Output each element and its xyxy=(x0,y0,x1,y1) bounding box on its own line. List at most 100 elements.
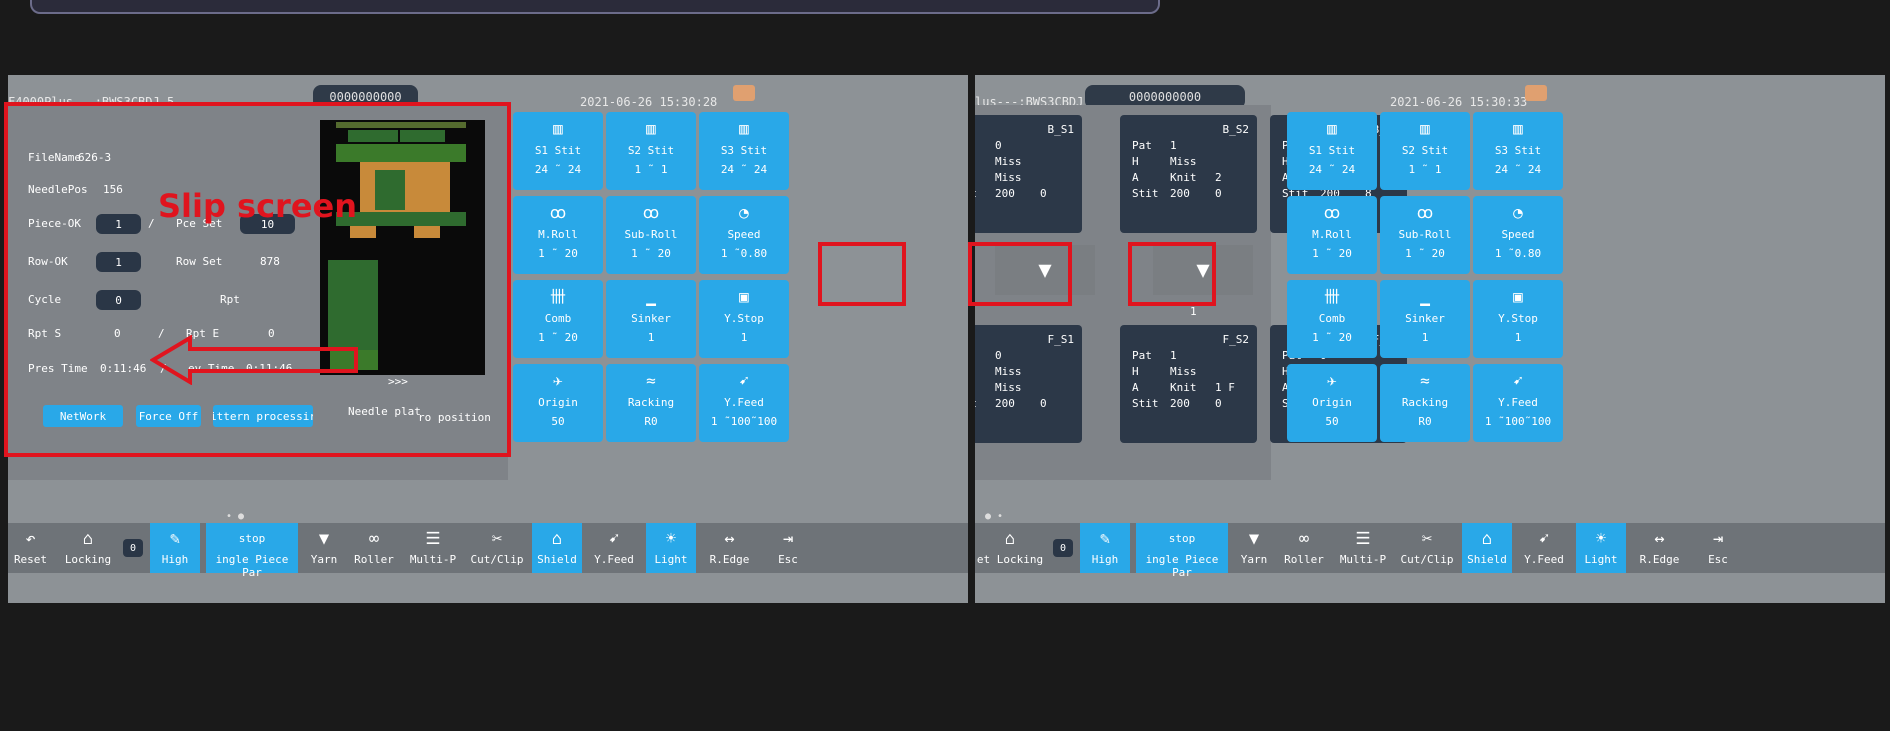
toolbar-roller[interactable]: ∞ Roller xyxy=(350,523,398,573)
tile-racking[interactable]: ≈ Racking R0 xyxy=(606,364,696,442)
toolbar-cut-clip[interactable]: ✂ Cut/Clip xyxy=(1398,523,1456,573)
tile-y-feed[interactable]: ➹ Y.Feed 1 ˜100˜100 xyxy=(699,364,789,442)
toolbar-r-edge[interactable]: ↔ R.Edge xyxy=(702,523,757,573)
tile-sub-roll[interactable]: ꝏ Sub-Roll 1 ˜ 20 xyxy=(606,196,696,274)
lock-counter-badge: 0 xyxy=(1053,539,1073,557)
tile-icon: ꝏ xyxy=(642,203,660,222)
toolbar-icon: ∞ xyxy=(368,529,380,549)
toolbar-cut-clip[interactable]: ✂ Cut/Clip xyxy=(468,523,526,573)
system-f-s1[interactable]: F_S1at0MissMisstit2000 xyxy=(975,325,1082,443)
tile-s1-stit[interactable]: ▥ S1 Stit 24 ˜ 24 xyxy=(1287,112,1377,190)
tile-s2-stit[interactable]: ▥ S2 Stit 1 ˜ 1 xyxy=(1380,112,1470,190)
tile-label: S3 Stit xyxy=(1494,144,1542,157)
toolbar-icon: ⌂ xyxy=(551,529,563,549)
toolbar-icon: ☀ xyxy=(1595,529,1607,549)
toolbar-high[interactable]: ✎ High xyxy=(1080,523,1130,573)
toolbar-shield[interactable]: ⌂ Shield xyxy=(532,523,582,573)
tile-icon: ▣ xyxy=(1513,287,1523,306)
tile-range: 1 ˜ 1 xyxy=(1408,163,1442,176)
tile-icon: ꝏ xyxy=(549,203,567,222)
toolbar-yarn[interactable]: ▼ Yarn xyxy=(304,523,344,573)
tile-sub-roll[interactable]: ꝏ Sub-Roll 1 ˜ 20 xyxy=(1380,196,1470,274)
tile-m-roll[interactable]: ꝏ M.Roll 1 ˜ 20 xyxy=(1287,196,1377,274)
tile-sinker[interactable]: ▁ Sinker 1 xyxy=(1380,280,1470,358)
tile-y-stop[interactable]: ▣ Y.Stop 1 xyxy=(1473,280,1563,358)
datetime: 2021-06-26 15:30:28 xyxy=(580,95,718,109)
mid-number: 1 xyxy=(1190,305,1197,318)
toolbar-light[interactable]: ☀ Light xyxy=(646,523,696,573)
folder-icon[interactable] xyxy=(1525,85,1547,101)
toolbar-ingle-piece-par[interactable]: stop ingle Piece Par xyxy=(1136,523,1228,579)
highlight-yarn-1 xyxy=(818,242,906,306)
locking-button[interactable]: ⌂ et Locking xyxy=(975,523,1045,573)
tile-m-roll[interactable]: ꝏ M.Roll 1 ˜ 20 xyxy=(513,196,603,274)
tile-range: 1 ˜0.80 xyxy=(1494,247,1542,260)
toolbar-icon: ↔ xyxy=(724,529,735,549)
system-f-s2[interactable]: F_S2 Pat 1 Miss Knit Stit 200 0 H A 1 F xyxy=(1120,325,1257,443)
toolbar-esc[interactable]: ⇥ Esc xyxy=(1693,523,1743,573)
right-screen: lus---:BWS3CBDJ_5 0000000000 2021-06-26 … xyxy=(975,75,1885,603)
tile-label: Comb xyxy=(544,312,572,325)
toolbar-r-edge[interactable]: ↔ R.Edge xyxy=(1632,523,1687,573)
locking-button[interactable]: ⌂ Locking xyxy=(58,523,118,573)
tile-s3-stit[interactable]: ▥ S3 Stit 24 ˜ 24 xyxy=(1473,112,1563,190)
toolbar-icon: ⌂ xyxy=(1481,529,1493,549)
tile-speed[interactable]: ◔ Speed 1 ˜0.80 xyxy=(1473,196,1563,274)
tile-origin[interactable]: ✈ Origin 50 xyxy=(1287,364,1377,442)
tile-sinker[interactable]: ▁ Sinker 1 xyxy=(606,280,696,358)
system-b-s1[interactable]: B_S1at0MissMisstit2000 xyxy=(975,115,1082,233)
toolbar-yarn[interactable]: ▼ Yarn xyxy=(1234,523,1274,573)
toolbar-multi-p[interactable]: ☰ Multi-P xyxy=(1334,523,1392,573)
toolbar-high[interactable]: ✎ High xyxy=(150,523,200,573)
tile-range: 24 ˜ 24 xyxy=(1494,163,1542,176)
tile-label: Sinker xyxy=(1405,312,1445,325)
folder-icon[interactable] xyxy=(733,85,755,101)
tile-speed[interactable]: ◔ Speed 1 ˜0.80 xyxy=(699,196,789,274)
toolbar-multi-p[interactable]: ☰ Multi-P xyxy=(404,523,462,573)
reset-button[interactable]: ↶ Reset xyxy=(8,523,53,573)
lock-counter-badge: 0 xyxy=(123,539,143,557)
tile-range: 1 ˜ 20 xyxy=(538,331,578,344)
toolbar-icon: ⇥ xyxy=(1712,529,1724,549)
toolbar-y-feed[interactable]: ➹ Y.Feed xyxy=(1518,523,1570,573)
tile-range: 1 ˜ 20 xyxy=(538,247,578,260)
system-b-s2[interactable]: B_S2 Pat 1 Miss Knit Stit 200 0 H A 2 xyxy=(1120,115,1257,233)
tile-origin[interactable]: ✈ Origin 50 xyxy=(513,364,603,442)
toolbar-esc[interactable]: ⇥ Esc xyxy=(763,523,813,573)
bottom-toolbar: ↶ Reset ⌂ Locking 0 ✎ High stop ingle Piece… xyxy=(8,523,968,579)
toolbar-shield[interactable]: ⌂ Shield xyxy=(1462,523,1512,573)
toolbar-icon: ✎ xyxy=(1099,529,1111,549)
lock-icon: ⌂ xyxy=(82,529,94,549)
tile-y-feed[interactable]: ➹ Y.Feed 1 ˜100˜100 xyxy=(1473,364,1563,442)
toolbar-y-feed[interactable]: ➹ Y.Feed xyxy=(588,523,640,573)
tile-icon: 卌 xyxy=(549,287,566,306)
toolbar-roller[interactable]: ∞ Roller xyxy=(1280,523,1328,573)
toolbar-icon: ✂ xyxy=(1421,529,1433,549)
tile-label: Y.Feed xyxy=(1498,396,1538,409)
tile-s1-stit[interactable]: ▥ S1 Stit 24 ˜ 24 xyxy=(513,112,603,190)
tile-racking[interactable]: ≈ Racking R0 xyxy=(1380,364,1470,442)
toolbar-icon: stop xyxy=(1168,532,1196,545)
toolbar-light[interactable]: ☀ Light xyxy=(1576,523,1626,573)
tile-range: R0 xyxy=(1418,415,1432,428)
tile-label: S2 Stit xyxy=(1401,144,1449,157)
tile-range: 1 ˜100˜100 xyxy=(1484,415,1552,428)
tile-comb[interactable]: 卌 Comb 1 ˜ 20 xyxy=(513,280,603,358)
tile-icon: ▥ xyxy=(1420,119,1430,138)
tile-comb[interactable]: 卌 Comb 1 ˜ 20 xyxy=(1287,280,1377,358)
tile-s3-stit[interactable]: ▥ S3 Stit 24 ˜ 24 xyxy=(699,112,789,190)
toolbar-right-group: ✎ High stop ingle Piece Par ▼ Yarn ∞ Roller ☰ Mul… xyxy=(150,523,968,579)
toolbar-icon: ↔ xyxy=(1654,529,1665,549)
tile-label: S1 Stit xyxy=(1308,144,1356,157)
tile-y-stop[interactable]: ▣ Y.Stop 1 xyxy=(699,280,789,358)
tile-icon: ➹ xyxy=(739,371,749,390)
tile-icon: ▁ xyxy=(1420,287,1430,306)
tile-icon: ≈ xyxy=(1420,371,1430,390)
tile-s2-stit[interactable]: ▥ S2 Stit 1 ˜ 1 xyxy=(606,112,696,190)
tile-label: S2 Stit xyxy=(627,144,675,157)
tile-label: Comb xyxy=(1318,312,1346,325)
toolbar-ingle-piece-par[interactable]: stop ingle Piece Par xyxy=(206,523,298,579)
tile-icon: 卌 xyxy=(1323,287,1340,306)
tile-icon: ≈ xyxy=(646,371,656,390)
tile-range: 1 xyxy=(1421,331,1429,344)
